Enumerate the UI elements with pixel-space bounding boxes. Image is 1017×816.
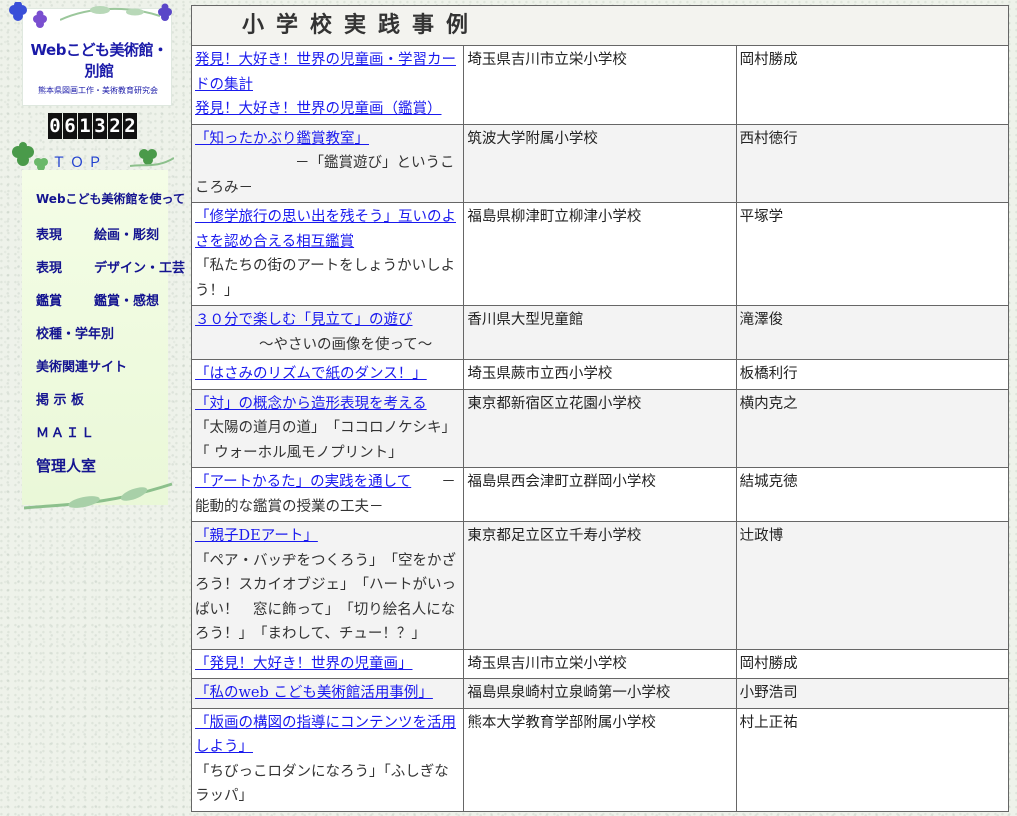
- menu-item-painting-sculpture[interactable]: 絵画・彫刻: [94, 224, 159, 243]
- clover-decoration-icon: [9, 2, 47, 28]
- table-row: 「対」の概念から造形表現を考える 「太陽の道月の道」 「ココロノケシキ」 「 ウ…: [190, 388, 1010, 468]
- author-cell: 小野浩司: [735, 678, 1010, 709]
- menu-item-admin[interactable]: 管理人室: [36, 455, 96, 476]
- table-row: 発見！大好き！世界の児童画・学習カードの集計 発見！大好き！世界の児童画（鑑賞）…: [190, 45, 1010, 125]
- case-subtitle: －「鑑賞遊び」というこころみ－: [195, 155, 455, 196]
- case-description: 「親子DEアート」 「ペア・バッヂをつくろう」 「空をかざろう！スカイオブジェ」…: [190, 521, 465, 650]
- logo-subtitle: 熊本県図画工作・美術教育研究会: [38, 86, 158, 95]
- nav-menu: Webこども美術館を使って 表現 絵画・彫刻 表現 デザイン・工芸 鑑賞 鑑賞・…: [22, 170, 185, 505]
- case-link[interactable]: 「発見！大好き！世界の児童画」: [195, 656, 413, 672]
- counter-digit: 6: [63, 113, 77, 139]
- table-row: 「アートかるた」の実践を通して －能動的な鑑賞の授業の工夫－ 福島県西会津町立群岡…: [190, 467, 1010, 522]
- school-cell: 福島県泉崎村立泉崎第一小学校: [463, 678, 737, 709]
- author-cell: 西村徳行: [735, 123, 1010, 203]
- case-description: 発見！大好き！世界の児童画・学習カードの集計 発見！大好き！世界の児童画（鑑賞）: [190, 45, 465, 125]
- top-link[interactable]: ＴＯＰ: [52, 152, 106, 172]
- school-cell: 埼玉県吉川市立栄小学校: [463, 45, 737, 125]
- vine-decoration-icon: [24, 482, 173, 510]
- case-link[interactable]: 「はさみのリズムで紙のダンス！」: [195, 366, 427, 382]
- author-cell: 板橋利行: [735, 359, 1010, 390]
- author-cell: 岡村勝成: [735, 45, 1010, 125]
- case-description: 「知ったかぶり鑑賞教室」 －「鑑賞遊び」というこころみ－: [190, 123, 465, 203]
- case-description: 「アートかるた」の実践を通して －能動的な鑑賞の授業の工夫－: [190, 467, 465, 522]
- sidebar: Webこども美術館・別館 熊本県図画工作・美術教育研究会 0 6 1 3 2 2…: [0, 0, 185, 816]
- author-cell: 滝澤俊: [735, 305, 1010, 360]
- table-row: 「私のweb こども美術館活用事例」 福島県泉崎村立泉崎第一小学校 小野浩司: [190, 678, 1010, 709]
- menu-item-expression[interactable]: 表現: [36, 224, 62, 243]
- table-row: 「知ったかぶり鑑賞教室」 －「鑑賞遊び」というこころみ－ 筑波大学附属小学校 西村…: [190, 123, 1010, 203]
- logo-title: Webこども美術館・別館: [30, 41, 168, 80]
- counter-digit: 0: [48, 113, 62, 139]
- case-subtitle: 「ちびっこロダンになろう」「ふしぎなラッパ」: [195, 763, 449, 805]
- case-link[interactable]: 「対」の概念から造形表現を考える: [195, 396, 427, 412]
- menu-item-art-sites[interactable]: 美術関連サイト: [36, 356, 127, 375]
- case-link[interactable]: 「私のweb こども美術館活用事例」: [195, 685, 433, 701]
- case-link[interactable]: 「知ったかぶり鑑賞教室」: [195, 131, 369, 147]
- table-row: ３０分で楽しむ「見立て」の遊び ～やさいの画像を使って～ 香川県大型児童館 滝澤俊: [190, 305, 1010, 360]
- case-link[interactable]: 「親子DEアート」: [195, 528, 318, 544]
- case-description: 「私のweb こども美術館活用事例」: [190, 678, 465, 709]
- table-row: 「発見！大好き！世界の児童画」 埼玉県吉川市立栄小学校 岡村勝成: [190, 648, 1010, 679]
- case-link[interactable]: 発見！大好き！世界の児童画・学習カードの集計: [195, 52, 456, 93]
- case-description: ３０分で楽しむ「見立て」の遊び ～やさいの画像を使って～: [190, 305, 465, 360]
- case-link[interactable]: 「アートかるた」の実践を通して: [195, 474, 411, 490]
- menu-item-mail[interactable]: ＭＡＩＬ: [36, 422, 96, 441]
- case-description: 「発見！大好き！世界の児童画」: [190, 648, 465, 679]
- menu-item-using-museum[interactable]: Webこども美術館を使って: [36, 190, 185, 207]
- school-cell: 東京都新宿区立花園小学校: [463, 388, 737, 468]
- school-cell: 筑波大学附属小学校: [463, 123, 737, 203]
- case-link[interactable]: 「版画の構図の指導にコンテンツを活用しよう」: [195, 715, 456, 756]
- author-cell: 結城克徳: [735, 467, 1010, 522]
- page-title: 小学校実践事例: [191, 5, 1009, 46]
- author-cell: 村上正祐: [735, 707, 1010, 812]
- menu-item-design-craft[interactable]: デザイン・工芸: [94, 257, 185, 276]
- menu-item-school-grade[interactable]: 校種・学年別: [36, 323, 114, 342]
- leaf-vine-icon: [60, 3, 172, 21]
- menu-item-bulletin-board[interactable]: 掲 示 板: [36, 389, 84, 408]
- menu-item-appreciation[interactable]: 鑑賞: [36, 290, 62, 309]
- author-cell: 平塚学: [735, 202, 1010, 306]
- clover-icon: [130, 149, 174, 167]
- table-row: 「版画の構図の指導にコンテンツを活用しよう」 「ちびっこロダンになろう」「ふしぎ…: [190, 707, 1010, 812]
- school-cell: 東京都足立区立千寿小学校: [463, 521, 737, 650]
- main-content: 小学校実践事例 発見！大好き！世界の児童画・学習カードの集計 発見！大好き！世界…: [190, 5, 1010, 812]
- author-cell: 岡村勝成: [735, 648, 1010, 679]
- table-row: 「親子DEアート」 「ペア・バッヂをつくろう」 「空をかざろう！スカイオブジェ」…: [190, 521, 1010, 650]
- school-cell: 福島県柳津町立柳津小学校: [463, 202, 737, 306]
- school-cell: 埼玉県蕨市立西小学校: [463, 359, 737, 390]
- school-cell: 福島県西会津町立群岡小学校: [463, 467, 737, 522]
- table-row: 「はさみのリズムで紙のダンス！」 埼玉県蕨市立西小学校 板橋利行: [190, 359, 1010, 390]
- case-table: 小学校実践事例 発見！大好き！世界の児童画・学習カードの集計 発見！大好き！世界…: [190, 5, 1010, 812]
- counter-digit: 1: [78, 113, 92, 139]
- school-cell: 埼玉県吉川市立栄小学校: [463, 648, 737, 679]
- school-cell: 香川県大型児童館: [463, 305, 737, 360]
- case-subtitle: 「私たちの街のアートをしょうかいしよう！」: [195, 258, 456, 299]
- table-row: 「修学旅行の思い出を残そう」互いのよさを認め合える相互鑑賞 「私たちの街のアート…: [190, 202, 1010, 306]
- counter-digit: 2: [123, 113, 137, 139]
- counter-digit: 2: [108, 113, 122, 139]
- menu-item-appreciation-impression[interactable]: 鑑賞・感想: [94, 290, 159, 309]
- case-description: 「はさみのリズムで紙のダンス！」: [190, 359, 465, 390]
- case-subtitle: ～やさいの画像を使って～: [259, 336, 433, 353]
- menu-item-expression-2[interactable]: 表現: [36, 257, 62, 276]
- case-link[interactable]: 「修学旅行の思い出を残そう」互いのよさを認め合える相互鑑賞: [195, 209, 456, 250]
- school-cell: 熊本大学教育学部附属小学校: [463, 707, 737, 812]
- case-link[interactable]: 発見！大好き！世界の児童画（鑑賞）: [195, 101, 442, 117]
- case-description: 「修学旅行の思い出を残そう」互いのよさを認め合える相互鑑賞 「私たちの街のアート…: [190, 202, 465, 306]
- author-cell: 横内克之: [735, 388, 1010, 468]
- case-description: 「版画の構図の指導にコンテンツを活用しよう」 「ちびっこロダンになろう」「ふしぎ…: [190, 707, 465, 812]
- case-subtitle: 「ペア・バッヂをつくろう」 「空をかざろう！スカイオブジェ」 「ハートがいっぱい…: [195, 552, 456, 643]
- visitor-counter: 0 6 1 3 2 2: [48, 113, 137, 139]
- case-link[interactable]: ３０分で楽しむ「見立て」の遊び: [195, 312, 413, 328]
- case-description: 「対」の概念から造形表現を考える 「太陽の道月の道」 「ココロノケシキ」 「 ウ…: [190, 388, 465, 468]
- counter-digit: 3: [93, 113, 107, 139]
- author-cell: 辻政博: [735, 521, 1010, 650]
- case-subtitle: 「太陽の道月の道」 「ココロノケシキ」 「 ウォーホル風モノプリント」: [195, 420, 464, 461]
